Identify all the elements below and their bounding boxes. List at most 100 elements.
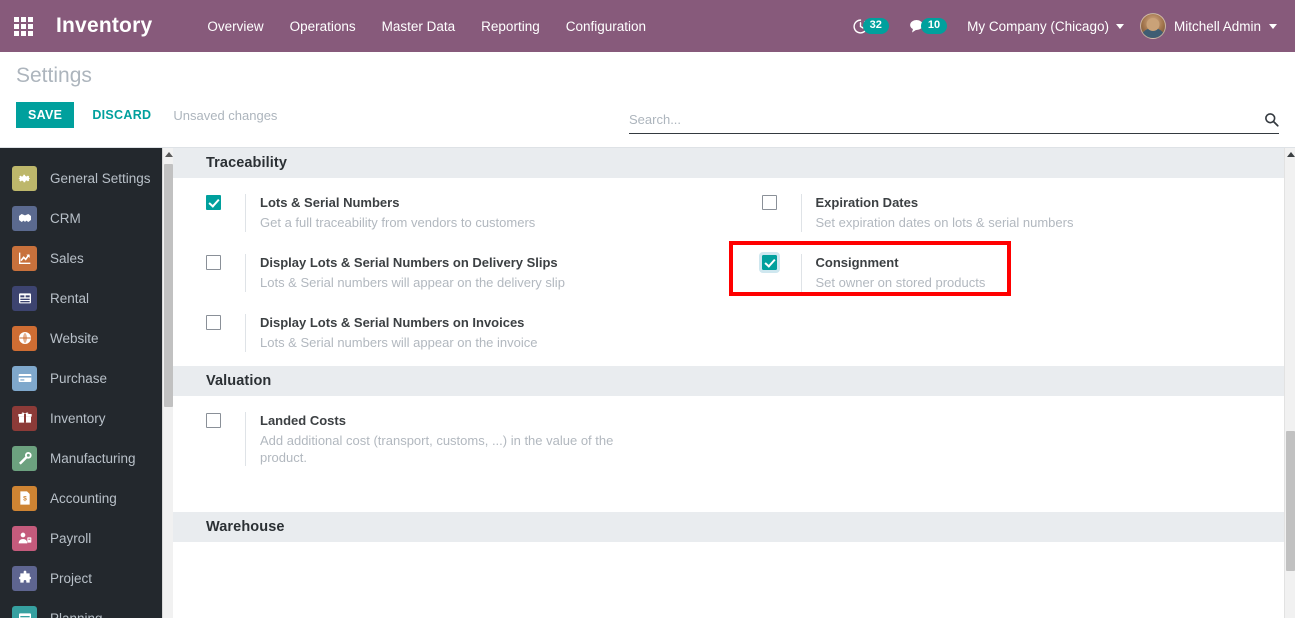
sidebar-item-label: Planning — [50, 610, 103, 618]
settings-column-left: Lots & Serial Numbers Get a full traceab… — [173, 194, 729, 352]
checkbox-display-lots-delivery-slips[interactable] — [206, 255, 221, 270]
setting-display-lots-delivery-slips: Display Lots & Serial Numbers on Deliver… — [206, 254, 717, 292]
checkbox-landed-costs[interactable] — [206, 413, 221, 428]
chevron-down-icon — [1115, 23, 1124, 29]
setting-description: Set owner on stored products — [815, 275, 986, 290]
globe-icon — [12, 325, 37, 351]
sidebar-item-label: CRM — [50, 210, 81, 226]
sidebar-app-list: General Settings CRM Sales Rental Websit… — [0, 148, 173, 618]
search-bar[interactable] — [629, 110, 1279, 134]
setting-description: Get a full traceability from vendors to … — [260, 215, 536, 230]
setting-landed-costs: Landed Costs Add additional cost (transp… — [206, 412, 717, 466]
sidebar-item-manufacturing[interactable]: Manufacturing — [0, 438, 173, 478]
calendar-icon — [12, 285, 37, 311]
setting-expiration-dates: Expiration Dates Set expiration dates on… — [761, 194, 1273, 232]
checkbox-display-lots-invoices[interactable] — [206, 315, 221, 330]
sidebar-item-label: Rental — [50, 290, 90, 306]
sidebar-item-payroll[interactable]: Payroll — [0, 518, 173, 558]
activities-count-badge: 32 — [862, 18, 889, 34]
chevron-down-icon — [1269, 23, 1277, 29]
settings-scroll-area: storage perks packaging (e.g. pallet, bo… — [173, 148, 1284, 602]
menu-item-reporting[interactable]: Reporting — [468, 11, 553, 42]
content-scrollbar-thumb[interactable] — [1286, 431, 1295, 571]
sidebar-item-general-settings[interactable]: General Settings — [0, 158, 173, 198]
sidebar-item-sales[interactable]: Sales — [0, 238, 173, 278]
card-icon — [12, 365, 37, 391]
section-body-warehouse — [173, 542, 1284, 602]
systray: 32 10 My Company (Chicago) Mitchell Admi… — [842, 0, 1285, 52]
checkbox-lots-serial-numbers[interactable] — [206, 195, 221, 210]
scroll-up-arrow-icon[interactable] — [165, 152, 173, 157]
sidebar-item-website[interactable]: Website — [0, 318, 173, 358]
messages-menu-button[interactable]: 10 — [899, 12, 957, 41]
search-input[interactable] — [629, 110, 1258, 129]
sidebar-item-crm[interactable]: CRM — [0, 198, 173, 238]
wrench-icon — [12, 445, 37, 471]
menu-item-master-data[interactable]: Master Data — [369, 11, 469, 42]
apps-menu-button[interactable] — [0, 0, 46, 52]
sidebar-item-label: Inventory — [50, 410, 106, 426]
sidebar-item-planning[interactable]: Planning — [0, 598, 173, 618]
menu-item-configuration[interactable]: Configuration — [553, 11, 659, 42]
user-menu[interactable]: Mitchell Admin — [1134, 7, 1285, 45]
activities-menu-button[interactable]: 32 — [842, 12, 899, 41]
app-brand-name[interactable]: Inventory — [56, 14, 152, 38]
sidebar-item-accounting[interactable]: $ Accounting — [0, 478, 173, 518]
sidebar-item-label: Purchase — [50, 370, 108, 386]
box-icon — [12, 405, 37, 431]
setting-title: Consignment — [815, 255, 899, 270]
invoice-icon: $ — [12, 485, 37, 511]
sidebar-item-inventory[interactable]: Inventory — [0, 398, 173, 438]
setting-description: Lots & Serial numbers will appear on the… — [260, 275, 565, 290]
sidebar-item-rental[interactable]: Rental — [0, 278, 173, 318]
handshake-icon — [12, 205, 37, 231]
section-header-valuation: Valuation — [173, 366, 1284, 396]
page-title: Settings — [16, 64, 92, 87]
sidebar-item-label: Manufacturing — [50, 450, 136, 466]
settings-column-right: Expiration Dates Set expiration dates on… — [728, 194, 1285, 352]
sidebar-item-purchase[interactable]: Purchase — [0, 358, 173, 398]
unsaved-changes-label: Unsaved changes — [173, 107, 278, 123]
settings-sidebar: General Settings CRM Sales Rental Websit… — [0, 148, 173, 618]
save-button[interactable]: SAVE — [16, 102, 75, 128]
setting-title: Display Lots & Serial Numbers on Deliver… — [260, 255, 558, 270]
company-switcher[interactable]: My Company (Chicago) — [957, 11, 1134, 42]
menu-item-operations[interactable]: Operations — [277, 11, 369, 42]
menu-item-overview[interactable]: Overview — [194, 11, 276, 42]
sidebar-item-label: Sales — [50, 250, 84, 266]
app-body: General Settings CRM Sales Rental Websit… — [0, 148, 1295, 618]
sidebar-item-label: Payroll — [50, 530, 92, 546]
setting-consignment: Consignment Set owner on stored products — [728, 241, 1273, 296]
search-icon[interactable] — [1258, 112, 1279, 127]
settings-column-left: Landed Costs Add additional cost (transp… — [173, 412, 729, 466]
section-body-valuation: Landed Costs Add additional cost (transp… — [173, 396, 1284, 512]
sidebar-item-label: Website — [50, 330, 99, 346]
gear-icon — [12, 165, 37, 191]
sidebar-item-label: Project — [50, 570, 93, 586]
setting-title: Expiration Dates — [815, 195, 919, 210]
content-scrollbar[interactable] — [1284, 148, 1295, 618]
settings-content: storage perks packaging (e.g. pallet, bo… — [173, 148, 1295, 618]
scroll-up-arrow-icon[interactable] — [1287, 152, 1295, 157]
setting-description: Set expiration dates on lots & serial nu… — [815, 215, 1074, 230]
section-header-traceability: Traceability — [173, 148, 1284, 178]
section-header-warehouse: Warehouse — [173, 512, 1284, 542]
main-menu: Overview Operations Master Data Reportin… — [194, 11, 659, 42]
settings-column-right — [729, 412, 1285, 466]
section-body-traceability: Lots & Serial Numbers Get a full traceab… — [173, 178, 1284, 366]
sidebar-scrollbar-thumb[interactable] — [164, 164, 173, 407]
setting-title: Landed Costs — [260, 413, 346, 428]
sidebar-item-label: Accounting — [50, 490, 117, 506]
checkbox-consignment[interactable] — [758, 252, 780, 273]
checkbox-expiration-dates[interactable] — [761, 195, 777, 210]
planning-icon — [12, 605, 37, 618]
setting-lots-serial-numbers: Lots & Serial Numbers Get a full traceab… — [206, 194, 717, 232]
user-name: Mitchell Admin — [1173, 18, 1261, 34]
control-panel: Settings SAVE DISCARD Unsaved changes — [0, 52, 1295, 148]
sidebar-item-project[interactable]: Project — [0, 558, 173, 598]
setting-title: Lots & Serial Numbers — [260, 195, 400, 210]
chart-line-icon — [12, 245, 37, 271]
sidebar-item-label: General Settings — [50, 170, 151, 186]
sidebar-scrollbar[interactable] — [162, 148, 173, 618]
discard-button[interactable]: DISCARD — [88, 102, 155, 128]
